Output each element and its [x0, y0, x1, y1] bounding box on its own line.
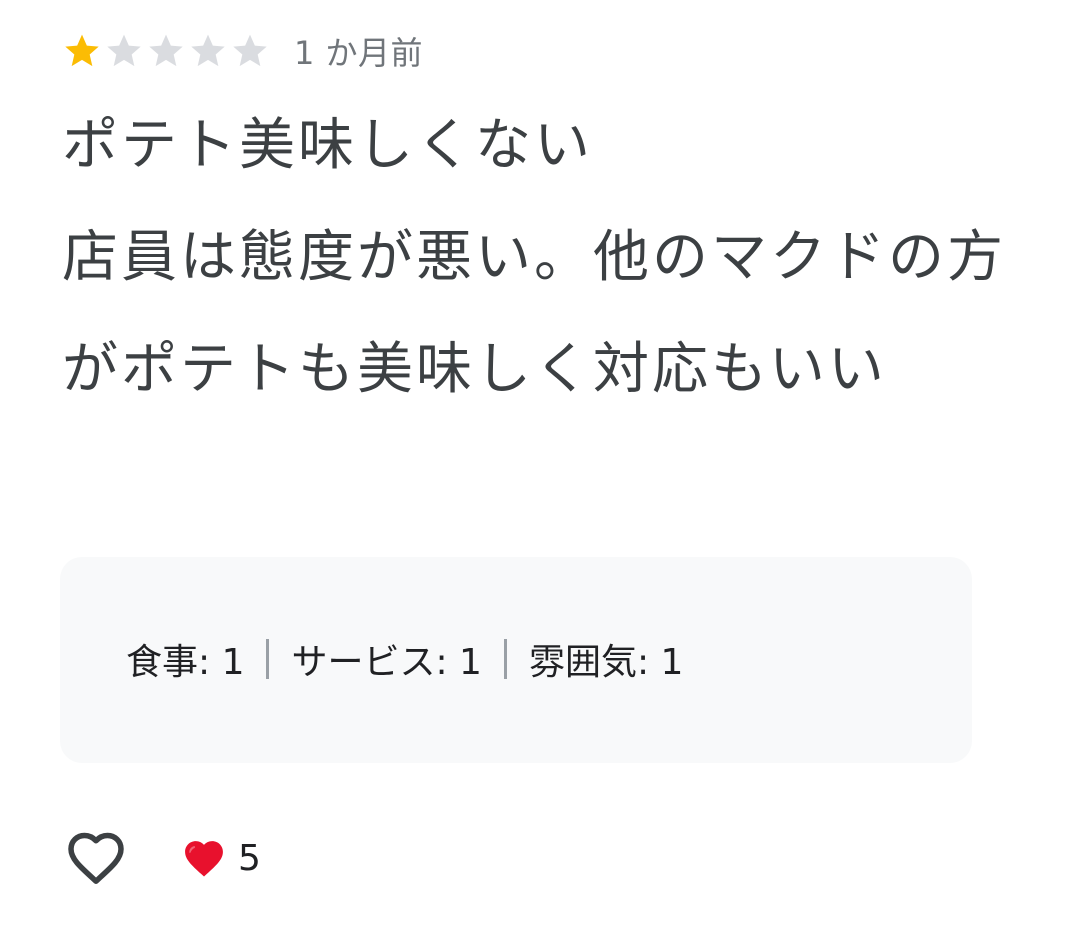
reaction-summary: 5 — [182, 838, 261, 879]
reaction-count: 5 — [238, 837, 261, 879]
aspect-ratings-box: 食事: 1 サービス: 1 雰囲気: 1 — [60, 557, 972, 763]
red-heart-icon — [182, 838, 226, 878]
review-actions: 5 — [66, 828, 261, 888]
star-empty-icon — [104, 31, 144, 71]
star-empty-icon — [230, 31, 270, 71]
divider — [503, 639, 507, 679]
aspect-ratings: 食事: 1 サービス: 1 雰囲気: 1 — [126, 633, 683, 685]
star-filled-icon — [62, 31, 102, 71]
heart-outline-icon — [66, 830, 126, 886]
review-meta: 1 か月前 — [62, 28, 1012, 74]
star-empty-icon — [146, 31, 186, 71]
review-time: 1 か月前 — [294, 34, 424, 72]
divider — [266, 639, 270, 679]
service-rating: サービス: 1 — [291, 642, 482, 683]
review-card: 1 か月前 ポテト美味しくない 店員は態度が悪い。他のマクドの方がポテトも美味し… — [62, 28, 1012, 426]
atmosphere-rating: 雰囲気: 1 — [528, 642, 684, 683]
like-button[interactable] — [66, 828, 126, 888]
star-empty-icon — [188, 31, 228, 71]
food-rating: 食事: 1 — [126, 642, 245, 683]
review-text: ポテト美味しくない 店員は態度が悪い。他のマクドの方がポテトも美味しく対応もいい — [62, 113, 1006, 402]
star-rating — [62, 31, 272, 71]
